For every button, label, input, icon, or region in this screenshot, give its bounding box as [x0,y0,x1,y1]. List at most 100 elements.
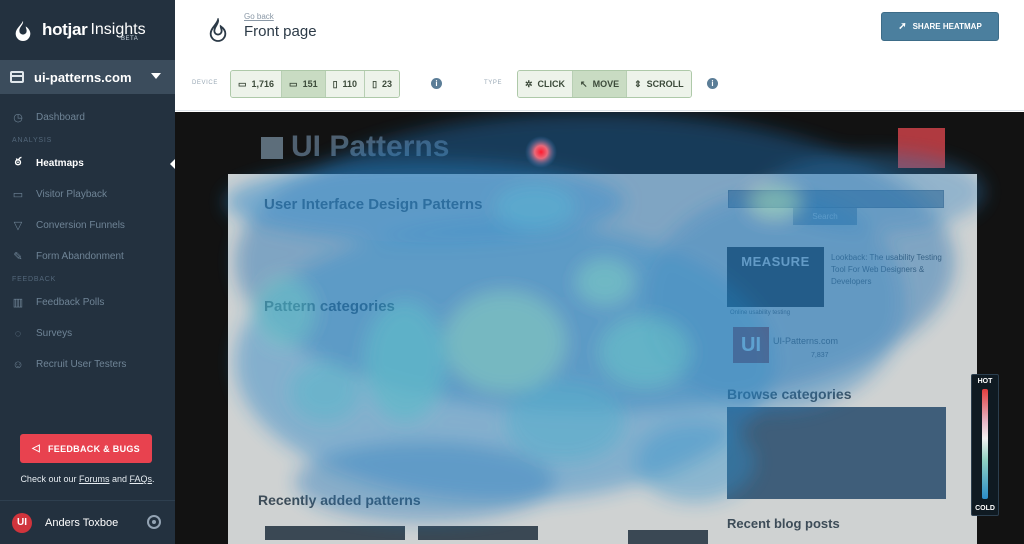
ui-logo-icon [261,137,283,160]
device-count: 23 [382,79,393,89]
survey-icon: ◌ [14,327,22,340]
heat-legend: HOT COLD [971,374,999,516]
brand-logo[interactable]: hotjar Insights BETA [0,0,175,60]
pattern-categories-heading: Pattern categories [264,298,395,315]
sidebar-item-surveys[interactable]: ◌ Surveys [0,318,175,349]
pattern-thumbnail [628,530,708,544]
share-icon: ➚ [898,21,907,32]
device-label: DEVICE [192,80,218,86]
type-label-text: SCROLL [646,79,684,89]
type-scroll[interactable]: ⇕ SCROLL [627,71,691,97]
measure-ad: MEASURE [727,247,824,307]
page-title: Front page [244,23,317,40]
sidebar-item-label: Recruit User Testers [36,359,127,370]
site-logo-text: UI Patterns [291,130,450,163]
heatmap-flame-icon [209,18,227,42]
help-text-prefix: Check out our [20,474,79,484]
sidebar-item-label: Surveys [36,328,73,339]
help-text-and: and [109,474,130,484]
recent-blog-heading: Recent blog posts [727,516,840,531]
sidebar-item-label: Visitor Playback [36,189,107,200]
tablet-icon: ▯ [332,78,338,89]
lookback-caption: Online usability testing [730,310,791,316]
legend-hot-label: HOT [977,378,993,385]
help-text-suffix: . [152,474,155,484]
type-label-text: MOVE [592,79,620,89]
user-icon: ☺ [12,358,24,371]
funnel-icon: ▽ [13,220,23,232]
go-back-link[interactable]: Go back [244,12,274,21]
ui-patterns-badge: UI [733,327,769,363]
user-account[interactable]: UI Anders Toxboe [0,500,175,544]
sidebar-item-recruit-testers[interactable]: ☺ Recruit User Testers [0,349,175,380]
poll-icon: ▥ [12,297,24,309]
film-icon: ▭ [12,189,24,201]
flame-icon: ఠ [14,156,22,168]
device-count: 151 [302,79,318,89]
type-selector: ✲ CLICK ↖ MOVE ⇕ SCROLL [517,70,692,98]
sidebar-item-conversion-funnels[interactable]: ▽ Conversion Funnels [0,210,175,241]
recently-added-heading: Recently added patterns [258,492,421,508]
ui-follower-count: 7,837 [811,352,829,359]
sidebar-nav: ◷ Dashboard ANALYSIS ఠ Heatmaps ▭ Visito… [0,94,176,380]
device-count: 1,716 [251,79,275,89]
beta-badge: BETA [121,36,139,42]
sidebar-item-label: Conversion Funnels [36,220,125,231]
device-selector: ▭ 1,716 ▭ 151 ▯ 110 ▯ 23 [230,70,401,98]
gear-icon[interactable] [147,515,161,529]
click-icon: ✲ [525,78,533,89]
device-info-icon[interactable]: i [431,78,442,89]
user-name: Anders Toxboe [45,516,119,529]
nav-section-analysis: ANALYSIS [12,137,53,144]
sidebar-item-feedback-polls[interactable]: ▥ Feedback Polls [0,287,175,318]
lookback-ad-text: Lookback: The usability Testing Tool For… [831,253,942,286]
sidebar-item-label: Dashboard [36,112,85,123]
device-laptop[interactable]: ▭ 151 [282,71,326,97]
share-button-label: SHARE HEATMAP [912,22,982,31]
sidebar: hotjar Insights BETA ui-patterns.com ◷ D… [0,0,176,544]
sidebar-item-dashboard[interactable]: ◷ Dashboard [0,102,175,133]
megaphone-icon: ◁ [31,443,40,454]
type-label-text: CLICK [537,79,566,89]
browser-window-icon [10,71,24,83]
browse-categories-box [727,407,946,499]
device-tablet[interactable]: ▯ 110 [325,71,366,97]
device-phone[interactable]: ▯ 23 [365,71,400,97]
legend-cold-label: COLD [975,505,995,512]
legend-gradient [982,389,988,499]
site-name: ui-patterns.com [34,69,132,85]
type-info-icon[interactable]: i [707,78,718,89]
desktop-icon: ▭ [238,78,247,89]
browse-categories-heading: Browse categories [727,386,852,402]
sidebar-item-label: Heatmaps [36,158,84,169]
help-links: Check out our Forums and FAQs. [0,474,175,484]
device-desktop[interactable]: ▭ 1,716 [231,71,283,97]
sidebar-item-visitor-playback[interactable]: ▭ Visitor Playback [0,179,175,210]
page-headline: User Interface Design Patterns [264,196,483,213]
type-click[interactable]: ✲ CLICK [518,71,574,97]
type-label: TYPE [484,80,503,86]
laptop-icon: ▭ [289,78,298,89]
heatmap-hotspot [525,136,557,168]
hotjar-flame-icon [15,20,31,41]
type-move[interactable]: ↖ MOVE [573,71,628,97]
feedback-button-label: FEEDBACK & BUGS [47,443,140,454]
sidebar-item-label: Feedback Polls [36,297,105,308]
sidebar-item-form-abandonment[interactable]: ✎ Form Abandonment [0,241,175,272]
sidebar-item-heatmaps[interactable]: ఠ Heatmaps [0,148,176,179]
forums-link[interactable]: Forums [79,474,110,484]
site-switcher[interactable]: ui-patterns.com [0,60,175,94]
phone-icon: ▯ [372,78,378,89]
home-icon [898,128,945,168]
dashboard-icon: ◷ [13,112,23,124]
pattern-thumbnail [418,526,538,540]
sidebar-item-label: Form Abandonment [36,251,124,262]
feedback-bugs-button[interactable]: ◁ FEEDBACK & BUGS [20,434,152,463]
pattern-thumbnail [265,526,405,540]
site-logo: UI Patterns [261,130,449,164]
form-icon: ✎ [13,251,23,263]
share-heatmap-button[interactable]: ➚ SHARE HEATMAP [881,12,999,41]
faqs-link[interactable]: FAQs [130,474,153,484]
ui-site-name: UI-Patterns.com [773,336,839,346]
heatmap-canvas[interactable]: UI Patterns User Interface Design Patter… [175,112,1024,544]
